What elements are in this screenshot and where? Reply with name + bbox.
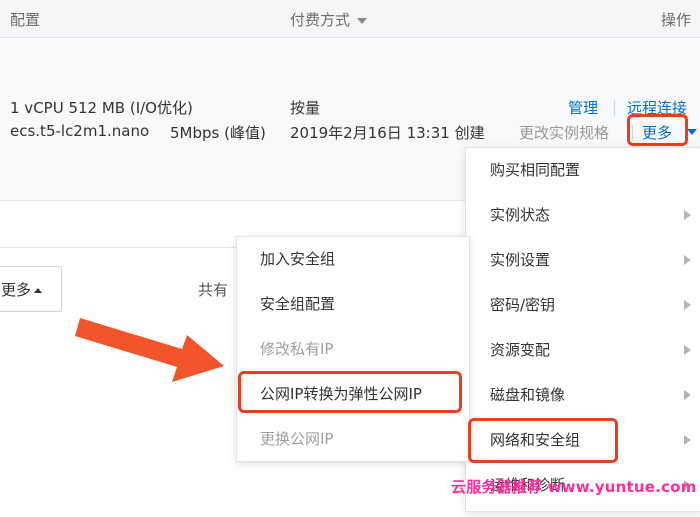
menu-item-resource-change[interactable]: 资源变配 — [466, 328, 700, 373]
menu-item-label: 实例设置 — [490, 251, 551, 269]
chevron-right-icon — [684, 210, 691, 220]
submenu-item-label: 公网IP转换为弹性公网IP — [260, 385, 422, 403]
network-submenu: 加入安全组 安全组配置 修改私有IP 公网IP转换为弹性公网IP 更换公网IP — [236, 236, 470, 462]
more-dropdown-menu: 购买相同配置 实例状态 实例设置 密码/密钥 资源变配 磁盘和镜像 网络和安全组… — [465, 147, 700, 512]
menu-item-network-security[interactable]: 网络和安全组 — [466, 418, 700, 463]
watermark: 云服务器推荐 www.yuntue.com — [451, 478, 697, 496]
menu-item-label: 磁盘和镜像 — [490, 386, 566, 404]
menu-item-label: 密码/密钥 — [490, 296, 556, 314]
menu-item-disk-image[interactable]: 磁盘和镜像 — [466, 373, 700, 418]
menu-item-password-key[interactable]: 密码/密钥 — [466, 283, 700, 328]
menu-item-label: 资源变配 — [490, 341, 551, 359]
submenu-item-label: 加入安全组 — [260, 250, 336, 268]
submenu-item-security-group-config[interactable]: 安全组配置 — [237, 282, 469, 327]
chevron-right-icon — [684, 345, 691, 355]
chevron-right-icon — [684, 255, 691, 265]
menu-item-label: 网络和安全组 — [490, 431, 581, 449]
submenu-item-label: 更换公网IP — [260, 430, 334, 448]
submenu-item-modify-private-ip: 修改私有IP — [237, 327, 469, 372]
menu-item-instance-settings[interactable]: 实例设置 — [466, 238, 700, 283]
menu-item-label: 实例状态 — [490, 206, 551, 224]
menu-item-instance-status[interactable]: 实例状态 — [466, 193, 700, 238]
chevron-right-icon — [684, 300, 691, 310]
chevron-right-icon — [684, 435, 691, 445]
menu-item-label: 购买相同配置 — [490, 161, 581, 179]
menu-item-buy-same[interactable]: 购买相同配置 — [466, 148, 700, 193]
submenu-item-convert-to-eip[interactable]: 公网IP转换为弹性公网IP — [237, 372, 469, 417]
submenu-item-label: 安全组配置 — [260, 295, 336, 313]
submenu-item-replace-public-ip: 更换公网IP — [237, 417, 469, 462]
chevron-right-icon — [684, 390, 691, 400]
submenu-item-join-security-group[interactable]: 加入安全组 — [237, 237, 469, 282]
submenu-item-label: 修改私有IP — [260, 340, 334, 358]
